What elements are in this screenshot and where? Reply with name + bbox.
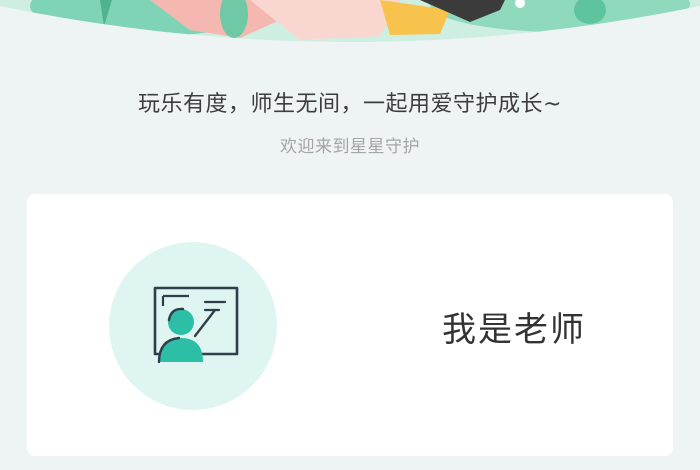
slogan-text: 玩乐有度，师生无间，一起用爱守护成长~ [138,92,562,117]
teacher-icon-circle [109,242,277,410]
banner-image [0,0,700,42]
teacher-role-label: 我是老师 [442,310,586,350]
teacher-blackboard-icon [153,286,239,364]
banner-illustration [0,0,700,60]
welcome-text: 欢迎来到星星守护 [280,137,420,157]
teacher-role-card[interactable]: 我是老师 [27,194,673,456]
